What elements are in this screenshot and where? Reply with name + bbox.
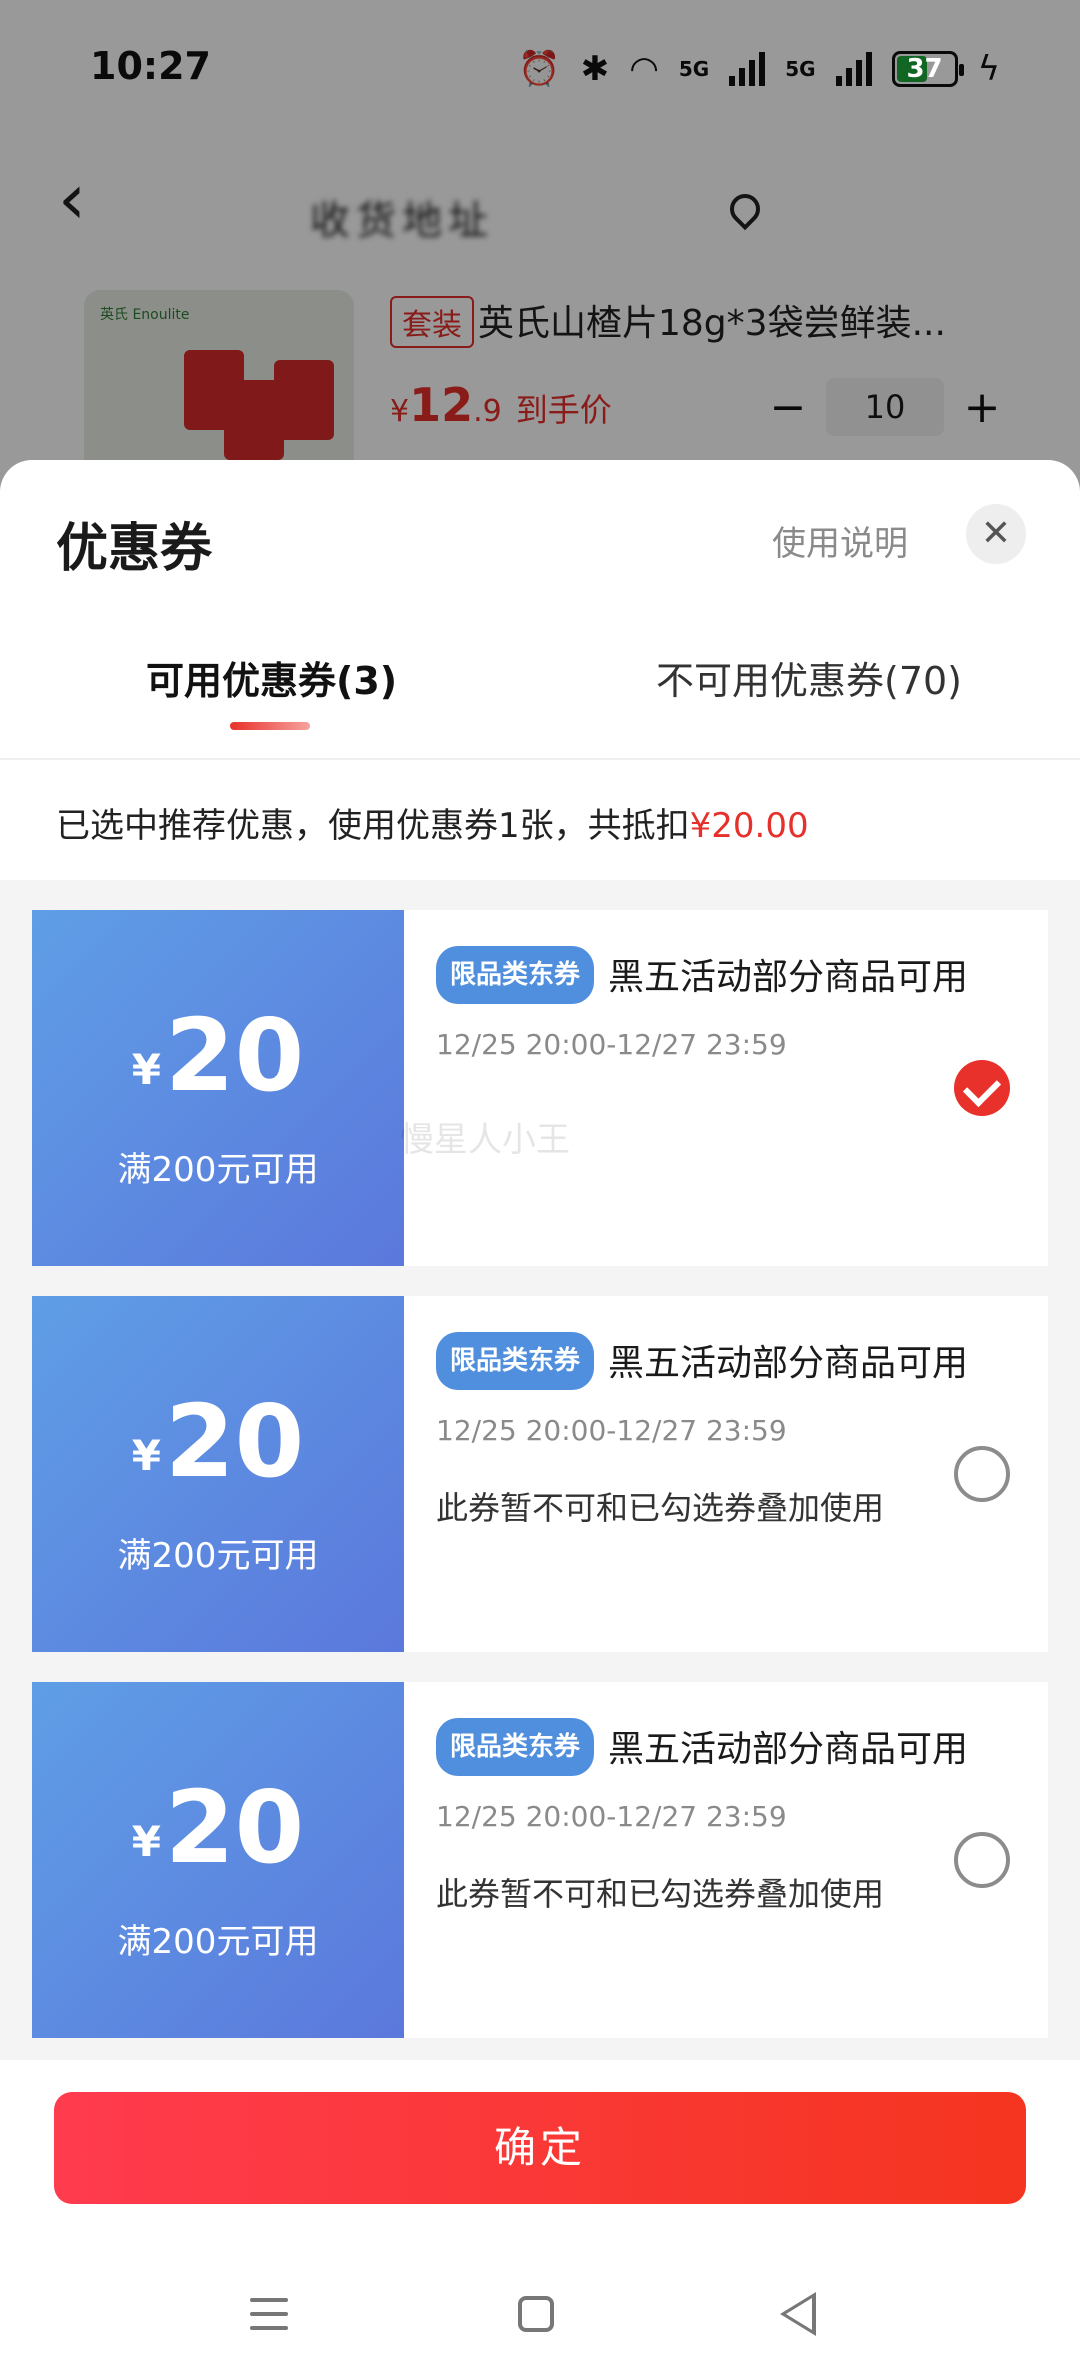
coupon-amount: ¥20	[131, 1383, 305, 1500]
coupon-details: 限品类东券 黑五活动部分商品可用 12/25 20:00-12/27 23:59 …	[436, 1332, 976, 1529]
coupon-amount: ¥20	[131, 1769, 305, 1886]
sheet-title: 优惠券	[56, 519, 213, 579]
system-nav-bar	[0, 2240, 1080, 2373]
watermark: 慢星人小王	[400, 1120, 570, 1160]
coupon-validity: 12/25 20:00-12/27 23:59	[436, 1800, 787, 1833]
coupon-value-panel: ¥20 满200元可用	[26, 910, 404, 1266]
confirm-button[interactable]: 确定	[54, 2092, 1026, 2204]
coupon-details: 限品类东券 黑五活动部分商品可用 12/25 20:00-12/27 23:59 …	[436, 1718, 976, 1915]
coupon-tabs: 可用优惠券(3) 不可用优惠券(70)	[0, 650, 1080, 760]
coupon-value-panel: ¥20 满200元可用	[26, 1682, 404, 2038]
coupon-name: 黑五活动部分商品可用	[608, 1729, 969, 1770]
coupon-checkbox[interactable]	[954, 1832, 1010, 1888]
coupon-checkbox[interactable]	[954, 1446, 1010, 1502]
home-icon[interactable]	[518, 2296, 554, 2332]
battery-icon: 37	[891, 51, 964, 87]
coupon-condition: 满200元可用	[117, 1536, 319, 1576]
coupon-type-badge: 限品类东券	[436, 946, 595, 1004]
system-back-icon[interactable]	[780, 2292, 816, 2336]
coupon-condition: 满200元可用	[117, 1922, 319, 1962]
coupon-sheet: 优惠券 使用说明 ✕ 可用优惠券(3) 不可用优惠券(70) 已选中推荐优惠，使…	[0, 460, 1080, 2373]
coupon-amount: ¥20	[131, 997, 305, 1114]
coupon-checkbox-checked[interactable]	[954, 1060, 1010, 1116]
coupon-value-panel: ¥20 满200元可用	[26, 1296, 404, 1652]
close-button[interactable]: ✕	[966, 504, 1026, 564]
tab-unavailable-coupons[interactable]: 不可用优惠券(70)	[656, 650, 962, 705]
coupon-card[interactable]: ¥20 满200元可用 限品类东券 黑五活动部分商品可用 12/25 20:00-…	[26, 1296, 1048, 1652]
usage-instructions-link[interactable]: 使用说明	[772, 516, 908, 565]
battery-level: 37	[906, 54, 943, 84]
coupon-name: 黑五活动部分商品可用	[608, 957, 969, 998]
coupon-stacking-note: 此券暂不可和已勾选券叠加使用	[436, 1875, 885, 1913]
coupon-card[interactable]: ¥20 满200元可用 限品类东券 黑五活动部分商品可用 12/25 20:00-…	[26, 910, 1048, 1266]
coupon-type-badge: 限品类东券	[436, 1332, 595, 1390]
coupon-stacking-note: 此券暂不可和已勾选券叠加使用	[436, 1489, 885, 1527]
coupon-name: 黑五活动部分商品可用	[608, 1343, 969, 1384]
coupon-type-badge: 限品类东券	[436, 1718, 595, 1776]
coupon-validity: 12/25 20:00-12/27 23:59	[436, 1414, 787, 1447]
discount-summary: 已选中推荐优惠，使用优惠券1张，共抵扣¥20.00	[56, 806, 809, 846]
coupon-condition: 满200元可用	[117, 1150, 319, 1190]
coupon-card[interactable]: ¥20 满200元可用 限品类东券 黑五活动部分商品可用 12/25 20:00-…	[26, 1682, 1048, 2038]
discount-amount: ¥20.00	[689, 806, 809, 846]
tab-available-coupons[interactable]: 可用优惠券(3)	[146, 650, 397, 705]
coupon-validity: 12/25 20:00-12/27 23:59	[436, 1028, 787, 1061]
coupon-details: 限品类东券 黑五活动部分商品可用 12/25 20:00-12/27 23:59	[436, 946, 976, 1061]
active-tab-indicator	[230, 722, 310, 730]
coupon-list: ¥20 满200元可用 限品类东券 黑五活动部分商品可用 12/25 20:00-…	[0, 880, 1080, 2060]
recent-apps-icon[interactable]	[250, 2298, 288, 2340]
